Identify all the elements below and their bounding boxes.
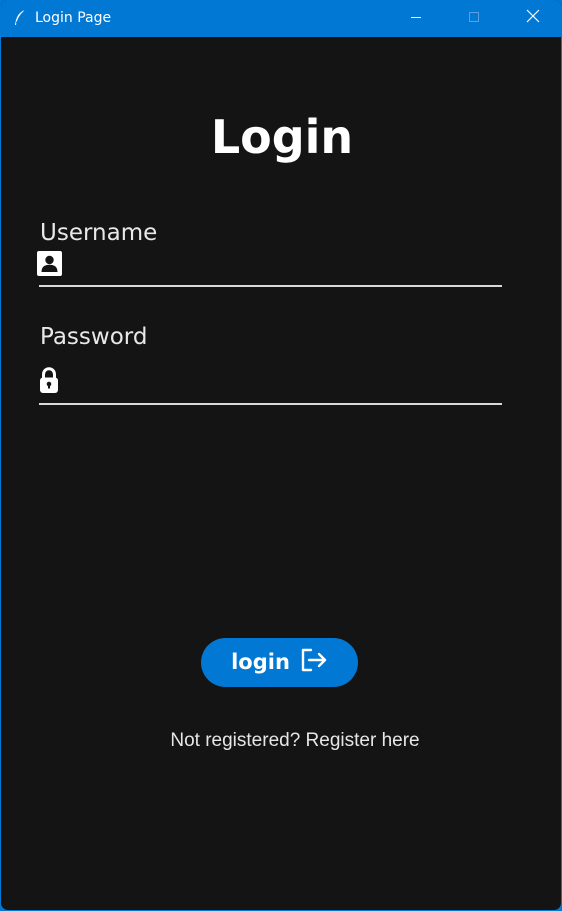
- logout-arrow-icon: [300, 648, 328, 677]
- login-button-label: login: [231, 649, 290, 674]
- password-input[interactable]: [67, 368, 501, 398]
- title-bar[interactable]: Login Page: [1, 0, 561, 37]
- feather-icon: [13, 9, 27, 27]
- page-title: Login: [210, 110, 354, 164]
- maximize-icon: [468, 10, 480, 28]
- login-button[interactable]: login: [201, 638, 358, 687]
- user-card-icon: [37, 251, 62, 281]
- username-underline: [39, 285, 502, 287]
- app-window: Login Page Login Username Password login…: [0, 0, 562, 911]
- username-input[interactable]: [67, 250, 501, 280]
- minimize-button[interactable]: [393, 0, 439, 37]
- lock-icon: [39, 367, 59, 399]
- minimize-icon: [410, 10, 422, 28]
- close-button[interactable]: [510, 0, 556, 37]
- username-label: Username: [40, 220, 158, 246]
- close-icon: [526, 9, 540, 28]
- register-link[interactable]: Not registered? Register here: [1, 730, 561, 752]
- maximize-button[interactable]: [451, 0, 497, 37]
- window-title: Login Page: [35, 10, 112, 26]
- password-underline: [39, 403, 502, 405]
- password-label: Password: [40, 324, 148, 350]
